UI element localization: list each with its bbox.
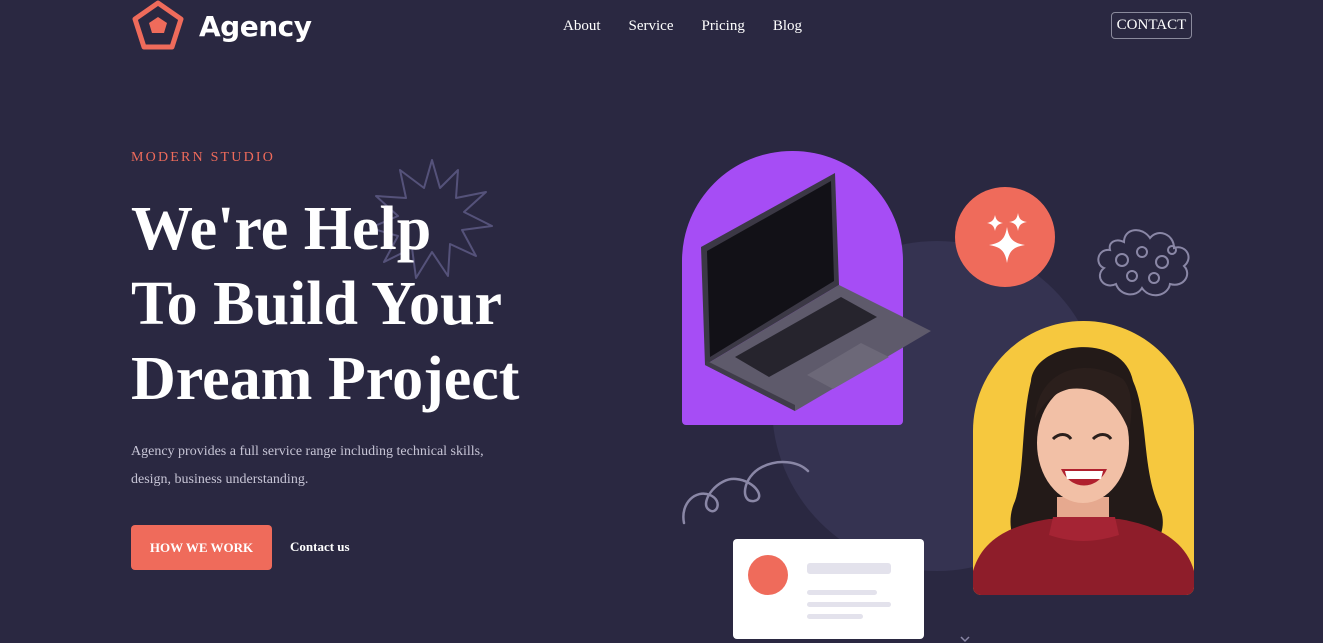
card-text-line [807, 590, 877, 595]
swirl-doodle-icon [682, 460, 810, 525]
hero-eyebrow: MODERN STUDIO [131, 150, 276, 165]
chevron-icon [960, 636, 970, 643]
hero-title-line-3: Dream Project [131, 345, 520, 413]
laptop-image [701, 173, 931, 411]
nav-item-service[interactable]: Service [629, 18, 674, 35]
card-avatar [748, 555, 788, 595]
nav-item-blog[interactable]: Blog [773, 18, 802, 35]
contact-us-link[interactable]: Contact us [290, 539, 350, 555]
card-text-line [807, 614, 863, 619]
sparkle-icon [987, 213, 1027, 263]
main-nav: About Service Pricing Blog [563, 18, 802, 35]
nav-item-pricing[interactable]: Pricing [701, 18, 744, 35]
brand-logo[interactable]: Agency [131, 0, 312, 52]
hero-description: Agency provides a full service range inc… [131, 444, 484, 487]
nav-item-about[interactable]: About [563, 18, 601, 35]
hero-title-line-1: We're Help [131, 195, 432, 263]
contact-button[interactable]: CONTACT [1111, 12, 1192, 39]
card-title-line [807, 563, 891, 574]
profile-card-placeholder [733, 539, 924, 639]
how-we-work-button[interactable]: HOW WE WORK [131, 525, 272, 570]
hero-title: We're Help To Build Your Dream Project [131, 192, 691, 417]
yellow-arch-shape [973, 321, 1194, 595]
sparkle-badge [955, 187, 1055, 287]
cloud-doodle-icon [1097, 229, 1190, 297]
pentagon-logo-icon [132, 0, 184, 50]
hero-title-line-2: To Build Your [131, 270, 503, 338]
card-text-line [807, 602, 891, 607]
brand-name: Agency [199, 9, 312, 43]
woman-portrait-image [973, 347, 1194, 595]
